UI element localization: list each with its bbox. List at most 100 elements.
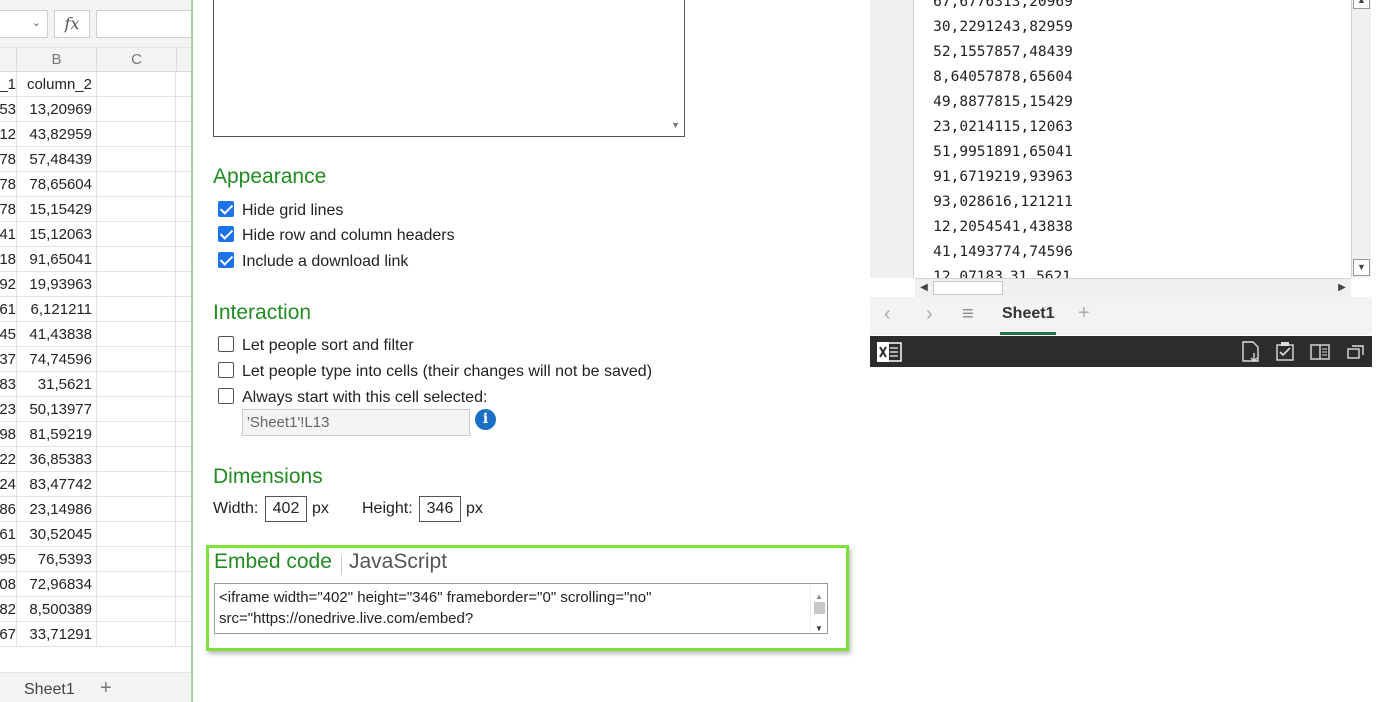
preview-row[interactable]: 51,9951891,65041 [923,140,1073,165]
cell[interactable]: 23,02141 [923,115,1003,140]
preview-vertical-scrollbar[interactable]: ▲ ▼ [1351,0,1371,278]
cell[interactable] [96,347,176,372]
type-cells-checkbox[interactable] [218,362,234,378]
cell[interactable]: 91,65041 [1003,140,1073,165]
hide-headers-option[interactable]: Hide row and column headers [218,225,455,247]
cell[interactable] [96,522,176,547]
cell[interactable] [96,372,176,397]
scroll-down-icon[interactable]: ▼ [671,120,680,130]
sheet-tab[interactable]: Sheet1 [24,681,75,699]
column-header-c[interactable]: C [97,48,177,72]
cell[interactable]: 41 [0,222,16,247]
cell[interactable]: 6,121211 [1003,190,1073,215]
table-row[interactable]: 92 19,93963 [0,272,192,297]
cell[interactable]: 19,93963 [17,272,94,297]
cell[interactable]: 30,52045 [17,522,94,547]
table-row[interactable]: 37 74,74596 [0,347,192,372]
cell[interactable]: 15,15429 [17,197,94,222]
table-row[interactable]: 86 23,14986 [0,497,192,522]
cell[interactable]: 72,96834 [17,572,94,597]
scroll-up-icon[interactable]: ▲ [1353,0,1370,9]
column-header-b[interactable]: B [17,48,97,72]
cell[interactable]: 78 [0,172,16,197]
hide-grid-lines-checkbox[interactable] [218,201,234,217]
cell[interactable]: 12,20545 [923,215,1003,240]
cell[interactable]: 91,65041 [17,247,94,272]
hide-headers-checkbox[interactable] [218,226,234,242]
scroll-down-icon[interactable]: ▼ [1353,259,1370,276]
add-sheet-button[interactable]: + [100,677,112,700]
preview-row[interactable]: 49,8877815,15429 [923,90,1073,115]
cell[interactable]: 61 [0,297,16,322]
add-sheet-button[interactable]: + [1078,302,1090,325]
table-row[interactable]: 95 76,5393 [0,547,192,572]
next-sheet-icon[interactable]: › [926,303,933,326]
cell[interactable] [96,222,176,247]
height-input[interactable]: 346 [419,496,461,522]
cell[interactable]: 78,65604 [17,172,94,197]
cell[interactable]: 82 [0,597,16,622]
cell[interactable]: 43,82959 [17,122,94,147]
table-row[interactable]: 82 8,500389 [0,597,192,622]
info-icon[interactable]: i [475,409,496,430]
table-row[interactable]: 12 43,82959 [0,122,192,147]
download-link-checkbox[interactable] [218,252,234,268]
tab-embed-code[interactable]: Embed code [214,550,332,574]
excel-logo-icon[interactable] [876,340,902,364]
table-row[interactable]: 78 57,48439 [0,147,192,172]
cell[interactable] [96,472,176,497]
scroll-right-icon[interactable]: ▶ [1334,280,1350,296]
preview-grid[interactable]: 67,6776313,20969 30,2291243,82959 52,15578… [915,0,1370,278]
table-row[interactable]: 78 78,65604 [0,172,192,197]
table-row[interactable]: 83 31,5621 [0,372,192,397]
cell[interactable]: 57,48439 [17,147,94,172]
cell[interactable]: 78 [0,197,16,222]
reading-view-icon[interactable] [1309,341,1331,363]
survey-icon[interactable] [1274,341,1296,363]
preview-row[interactable]: 30,2291243,82959 [923,15,1073,40]
scroll-thumb[interactable] [814,602,825,614]
sort-filter-option[interactable]: Let people sort and filter [218,335,414,357]
download-icon[interactable] [1240,341,1262,363]
table-row[interactable]: 67 33,71291 [0,622,192,647]
cell[interactable]: 67,67763 [923,0,1003,15]
cell[interactable]: 41,14937 [923,240,1003,265]
cell[interactable] [96,572,176,597]
table-row[interactable]: 41 15,12063 [0,222,192,247]
column-header-a[interactable] [0,48,17,72]
cell[interactable]: column_2 [17,72,94,97]
cell[interactable] [96,147,176,172]
cell[interactable]: 45 [0,322,16,347]
embed-code-textarea[interactable]: <iframe width="402" height="346" framebo… [214,583,828,634]
cell[interactable]: 41,43838 [17,322,94,347]
table-row[interactable]: 53 13,20969 [0,97,192,122]
sheet-tab[interactable]: Sheet1 [999,305,1057,335]
preview-row[interactable]: 12,2054541,43838 [923,215,1073,240]
cell[interactable]: 8,640578 [923,65,1003,90]
preview-row[interactable]: 67,6776313,20969 [923,0,1073,15]
cell[interactable]: 23,14986 [17,497,94,522]
start-cell-option[interactable]: Always start with this cell selected: [218,387,487,409]
cell[interactable]: 49,88778 [923,90,1003,115]
cell[interactable]: 53 [0,97,16,122]
cell[interactable]: 13,20969 [17,97,94,122]
cell[interactable]: 24 [0,472,16,497]
table-row[interactable]: 61 30,52045 [0,522,192,547]
cell[interactable] [96,297,176,322]
scroll-down-icon[interactable]: ▼ [815,618,823,633]
type-cells-option[interactable]: Let people type into cells (their change… [218,361,652,383]
cell[interactable]: 15,12063 [1003,115,1073,140]
cell[interactable]: 92 [0,272,16,297]
cell[interactable]: 83,47742 [17,472,94,497]
sheet-menu-icon[interactable]: ≡ [962,303,974,326]
cell[interactable]: 83 [0,372,16,397]
preview-row[interactable]: 41,1493774,74596 [923,240,1073,265]
cell[interactable]: 93,02861 [923,190,1003,215]
table-row[interactable]: 18 91,65041 [0,247,192,272]
table-row[interactable]: 08 72,96834 [0,572,192,597]
table-row[interactable]: 24 83,47742 [0,472,192,497]
cell[interactable]: 78 [0,147,16,172]
cell[interactable]: 12 [0,122,16,147]
cell[interactable]: 19,93963 [1003,165,1073,190]
cell[interactable]: 76,5393 [17,547,94,572]
